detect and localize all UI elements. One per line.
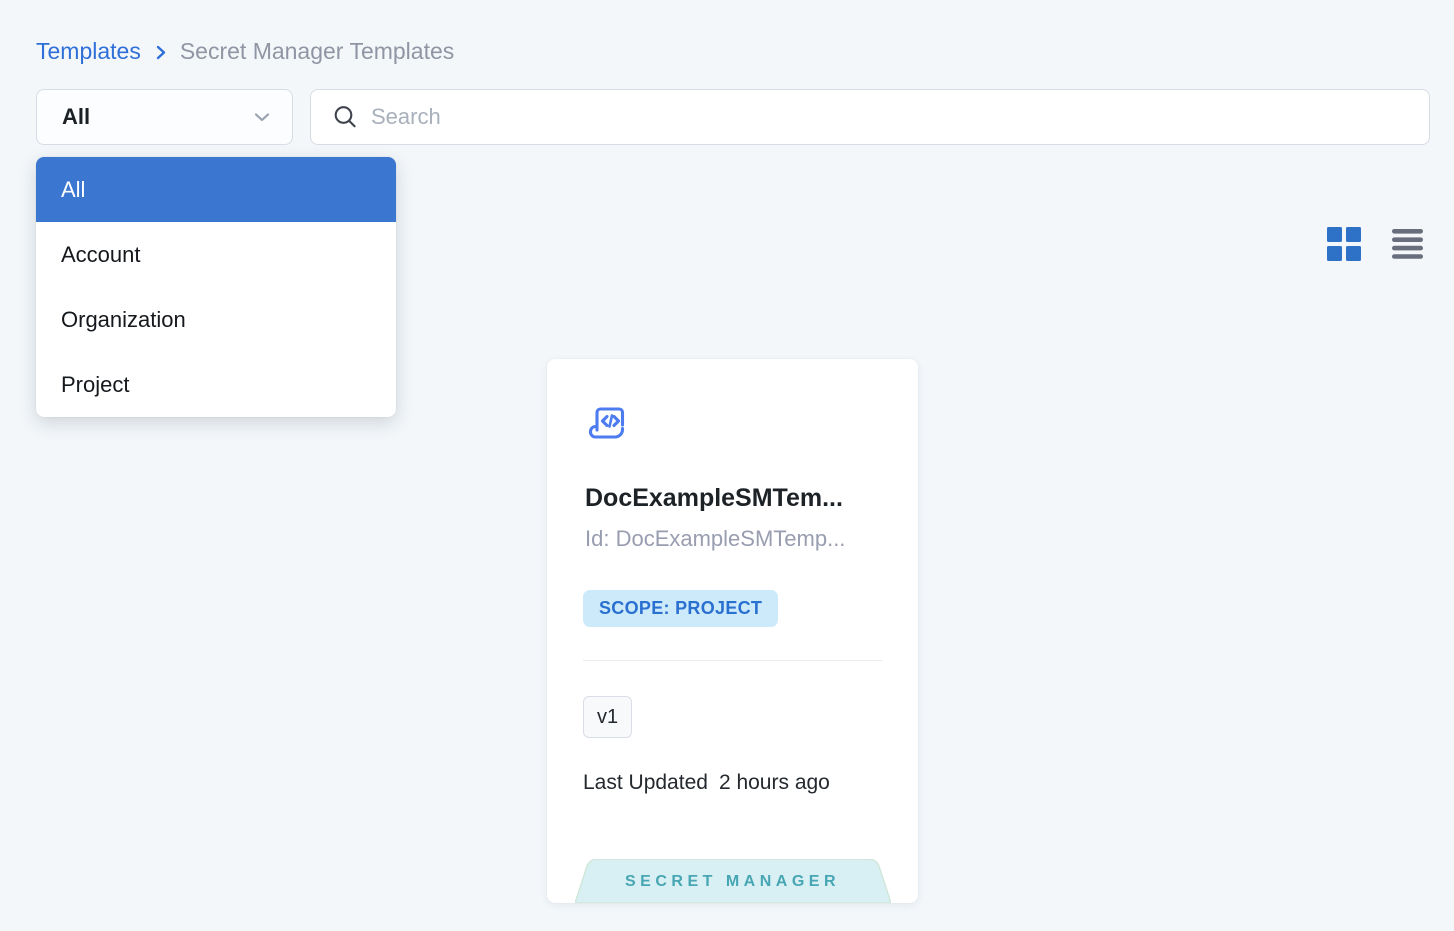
last-updated-label: Last Updated: [583, 771, 708, 795]
breadcrumb-current-page: Secret Manager Templates: [180, 36, 454, 66]
grid-view-icon[interactable]: [1327, 227, 1361, 261]
list-view-icon[interactable]: [1392, 228, 1423, 260]
filter-option-account[interactable]: Account: [36, 222, 396, 287]
breadcrumb: Templates Secret Manager Templates: [36, 36, 454, 66]
search-box: [310, 89, 1430, 145]
last-updated-value: 2 hours ago: [719, 771, 830, 795]
search-input[interactable]: [371, 90, 1411, 144]
module-banner: SECRET MANAGER: [575, 859, 891, 903]
chevron-right-icon: [152, 44, 169, 61]
version-badge: v1: [583, 696, 632, 738]
template-id: Id: DocExampleSMTemp...: [585, 526, 888, 552]
breadcrumb-templates-link[interactable]: Templates: [36, 36, 141, 66]
scope-filter-dropdown[interactable]: All: [36, 89, 293, 145]
chevron-down-icon: [252, 107, 272, 127]
search-icon: [332, 104, 359, 131]
view-toggle: [1327, 227, 1423, 261]
filter-option-project[interactable]: Project: [36, 352, 396, 417]
template-card[interactable]: DocExampleSMTem... Id: DocExampleSMTemp.…: [547, 359, 918, 903]
card-divider: [583, 660, 882, 661]
code-template-icon: [585, 400, 631, 451]
filter-option-organization[interactable]: Organization: [36, 287, 396, 352]
filter-option-all[interactable]: All: [36, 157, 396, 222]
scope-badge: SCOPE: PROJECT: [583, 590, 778, 627]
template-title: DocExampleSMTem...: [585, 484, 888, 513]
scope-filter-menu: All Account Organization Project: [36, 157, 396, 417]
last-updated-row: Last Updated 2 hours ago: [583, 771, 830, 795]
scope-filter-selected-value: All: [62, 104, 252, 130]
module-banner-label: SECRET MANAGER: [575, 859, 891, 903]
